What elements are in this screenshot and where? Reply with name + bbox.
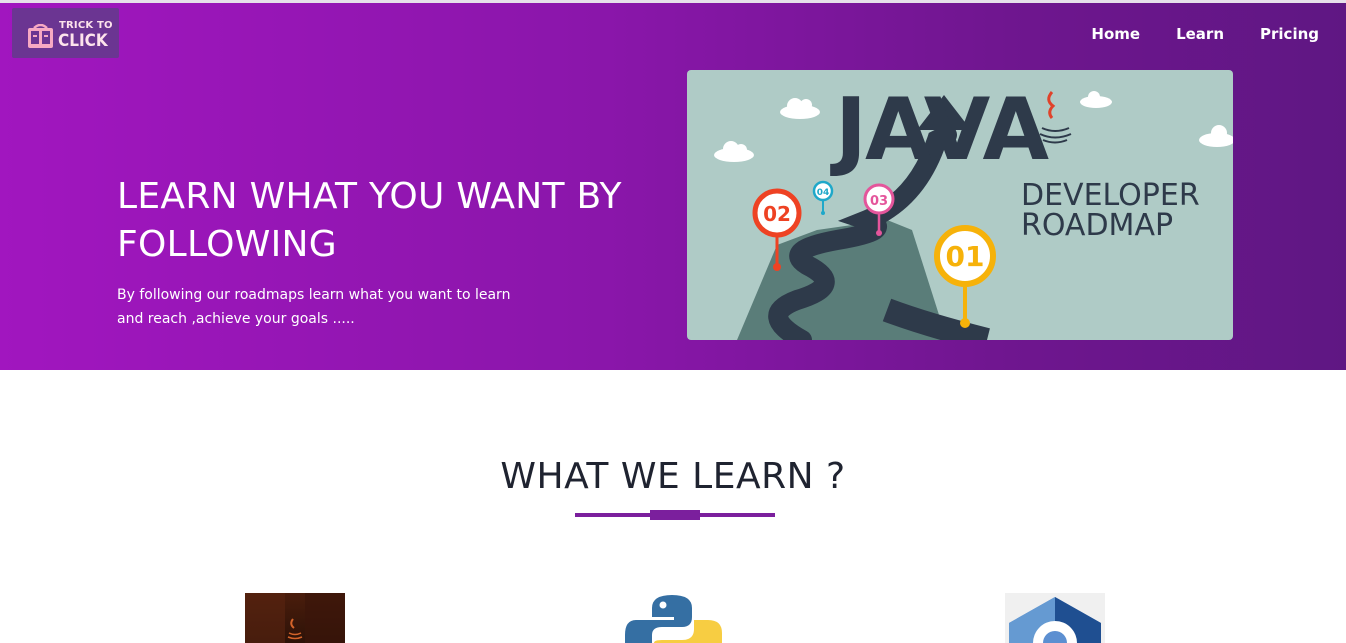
hero-section: TRICK TO CLICK Home Learn Pricing LEARN …	[0, 3, 1346, 370]
main-nav: Home Learn Pricing	[1091, 25, 1319, 43]
logo-text-top: TRICK TO	[59, 20, 113, 31]
python-course-image[interactable]	[622, 593, 722, 643]
marker-03-label: 03	[870, 194, 888, 209]
c-language-icon	[1009, 597, 1101, 643]
nav-home-link[interactable]: Home	[1091, 25, 1140, 43]
c-course-image[interactable]	[1005, 593, 1105, 643]
java-roadmap-image[interactable]: 02 04 03 01 JAVA DEVELOPER ROADMAP	[687, 70, 1233, 340]
section-title: WHAT WE LEARN ?	[500, 456, 846, 497]
hero-title: LEARN WHAT YOU WANT BY FOLLOWING	[117, 176, 622, 265]
book-icon	[28, 24, 53, 48]
nav-pricing-link[interactable]: Pricing	[1260, 25, 1319, 43]
roadmap-line-2: ROADMAP	[1021, 208, 1174, 243]
marker-02-label: 02	[763, 202, 791, 226]
logo[interactable]: TRICK TO CLICK	[12, 8, 119, 58]
java-icon	[245, 593, 345, 643]
roadmap-headline: JAVA	[835, 80, 1049, 180]
logo-text-bottom: CLICK	[58, 31, 108, 51]
marker-04	[812, 180, 834, 215]
marker-01-label: 01	[946, 240, 985, 273]
section-underline-accent	[650, 510, 700, 520]
hero-subtitle: By following our roadmaps learn what you…	[117, 287, 511, 327]
marker-04-label: 04	[817, 188, 830, 198]
nav-learn-link[interactable]: Learn	[1176, 25, 1224, 43]
python-icon	[625, 595, 722, 643]
java-course-image[interactable]	[245, 593, 345, 643]
